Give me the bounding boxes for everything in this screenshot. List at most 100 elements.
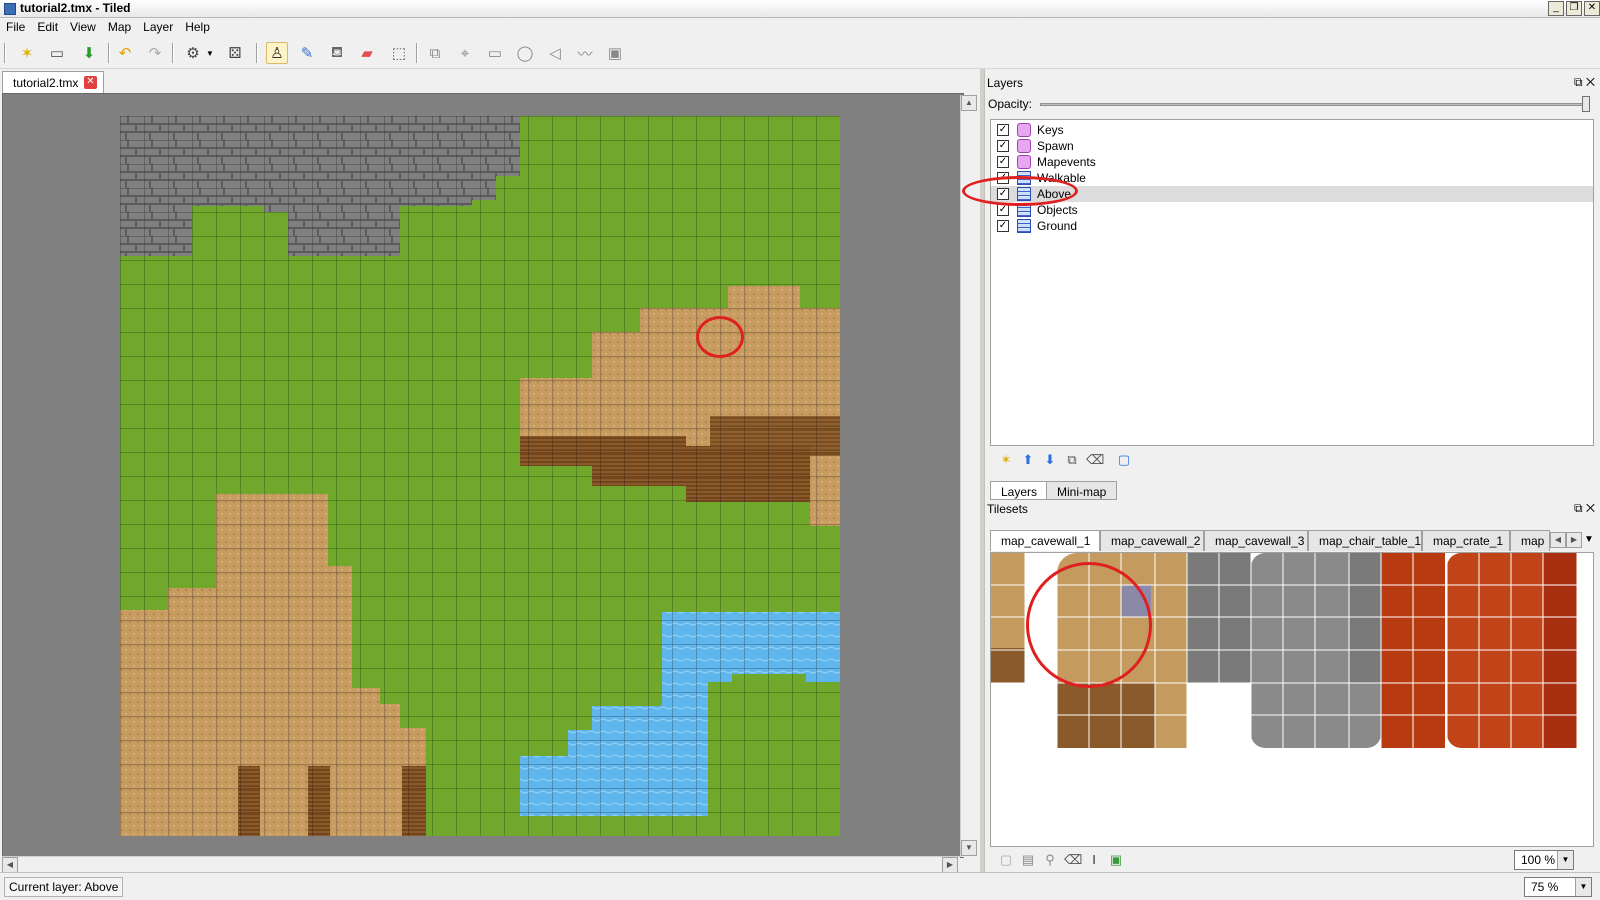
scroll-left-icon[interactable]: ◀ — [2, 857, 18, 873]
layers-dock-header: Layers ⧉ ✕ — [985, 73, 1600, 93]
scroll-up-icon[interactable]: ▲ — [961, 95, 977, 111]
delete-layer-icon[interactable]: ⌫ — [1086, 452, 1104, 468]
layers-title: Layers — [987, 76, 1024, 90]
undo-icon[interactable]: ↶ — [114, 42, 136, 64]
import-tileset-icon[interactable]: ▤ — [1020, 852, 1036, 868]
scroll-right-icon[interactable]: ▶ — [942, 857, 958, 873]
layer-row-mapevents[interactable]: ✓ Mapevents — [991, 154, 1593, 170]
map-terrain — [120, 116, 840, 836]
chevron-down-icon[interactable]: ▼ — [1575, 878, 1591, 896]
layer-row-keys[interactable]: ✓ Keys — [991, 122, 1593, 138]
menu-bar: File Edit View Map Layer Help — [0, 18, 1600, 37]
add-layer-icon[interactable]: ✶ — [998, 452, 1014, 468]
lower-layer-icon[interactable]: ⬇ — [1042, 452, 1058, 468]
tab-mini-map[interactable]: Mini-map — [1046, 481, 1118, 500]
layer-properties-icon[interactable]: ▢ — [1116, 452, 1132, 468]
layer-list[interactable]: ✓ Keys ✓ Spawn ✓ Mapevents ✓ Walkable ✓ Above ✓ Obj… — [990, 119, 1594, 446]
menu-help[interactable]: Help — [179, 18, 216, 36]
tabs-menu-icon[interactable]: ▼ — [1584, 534, 1594, 545]
tile-map[interactable] — [120, 116, 840, 836]
tileset-zoom-value: 100 % — [1521, 853, 1556, 867]
opacity-slider[interactable] — [1040, 103, 1590, 106]
edit-polygons-icon[interactable]: ⌖ — [454, 42, 476, 64]
save-icon[interactable]: ⬇ — [78, 42, 100, 64]
menu-edit[interactable]: Edit — [31, 18, 64, 36]
chevron-down-icon[interactable]: ▼ — [1557, 851, 1573, 869]
layer-visibility-checkbox[interactable]: ✓ — [997, 204, 1009, 216]
map-zoom-select[interactable]: 75 % ▼ — [1524, 877, 1592, 897]
rect-select-icon[interactable]: ⬚ — [388, 42, 410, 64]
menu-map[interactable]: Map — [102, 18, 137, 36]
insert-polyline-icon[interactable]: 〰 — [574, 42, 596, 64]
tileset-zoom-select[interactable]: 100 % ▼ — [1514, 850, 1574, 870]
layer-visibility-checkbox[interactable]: ✓ — [997, 156, 1009, 168]
grass-island — [732, 682, 806, 766]
new-tileset-icon[interactable]: ▢ — [998, 852, 1014, 868]
insert-rectangle-icon[interactable]: ▭ — [484, 42, 506, 64]
layer-row-above[interactable]: ✓ Above — [991, 186, 1593, 202]
insert-ellipse-icon[interactable]: ◯ — [514, 42, 536, 64]
tab-layers[interactable]: Layers — [990, 481, 1049, 500]
close-tab-icon[interactable]: ✕ — [84, 76, 97, 89]
object-layer-icon — [1017, 123, 1031, 137]
layer-row-spawn[interactable]: ✓ Spawn — [991, 138, 1593, 154]
restore-button[interactable]: ❐ — [1566, 1, 1582, 16]
raise-layer-icon[interactable]: ⬆ — [1020, 452, 1036, 468]
layer-name: Ground — [1037, 219, 1078, 233]
layer-visibility-checkbox[interactable]: ✓ — [997, 220, 1009, 232]
tab-map-cavewall-1[interactable]: map_cavewall_1 — [990, 530, 1100, 551]
duplicate-layer-icon[interactable]: ⧉ — [1064, 452, 1080, 468]
tabs-scroll-left-icon[interactable]: ◀ — [1550, 532, 1566, 548]
edit-terrain-icon[interactable]: I — [1086, 852, 1102, 868]
layer-visibility-checkbox[interactable]: ✓ — [997, 124, 1009, 136]
close-button[interactable]: ✕ — [1584, 1, 1600, 16]
horizontal-scrollbar[interactable]: ◀ ▶ — [2, 856, 960, 873]
app-icon — [4, 3, 16, 15]
layer-row-ground[interactable]: ✓ Ground — [991, 218, 1593, 234]
tab-map-cavewall-2[interactable]: map_cavewall_2 — [1100, 530, 1204, 551]
terrain-brush-icon[interactable]: ✎ — [296, 42, 318, 64]
opacity-slider-handle[interactable] — [1582, 96, 1590, 112]
random-mode-icon[interactable]: ⚙ — [182, 42, 204, 64]
tileset-actions: ▢ ▤ ⚲ ⌫ I ▣ 100 % ▼ — [990, 848, 1594, 872]
tab-map-cavewall-3[interactable]: map_cavewall_3 — [1204, 530, 1308, 551]
menu-layer[interactable]: Layer — [137, 18, 179, 36]
tileset-properties-icon[interactable]: ⚲ — [1042, 852, 1058, 868]
open-icon[interactable]: ▭ — [46, 42, 68, 64]
tabs-scroll-right-icon[interactable]: ▶ — [1566, 532, 1582, 548]
remove-tileset-icon[interactable]: ⌫ — [1064, 852, 1082, 868]
insert-tile-icon[interactable]: ▣ — [604, 42, 626, 64]
annotation-circle-map — [696, 316, 744, 358]
insert-polygon-icon[interactable]: ◁ — [544, 42, 566, 64]
tab-map-more[interactable]: map — [1510, 530, 1550, 551]
dock-float-close-icons-2[interactable]: ⧉ ✕ — [1574, 501, 1595, 516]
chevron-down-icon[interactable]: ▼ — [204, 42, 216, 64]
export-tileset-icon[interactable]: ▣ — [1108, 852, 1124, 868]
document-tab-label: tutorial2.tmx — [13, 76, 79, 90]
new-map-icon[interactable]: ✶ — [16, 42, 38, 64]
layer-name: Mapevents — [1037, 155, 1096, 169]
redo-icon[interactable]: ↷ — [144, 42, 166, 64]
stamp-brush-icon[interactable]: ♙ — [266, 42, 288, 64]
menu-file[interactable]: File — [0, 18, 31, 36]
dice-icon[interactable]: ⚄ — [224, 42, 246, 64]
tab-map-chair-table-1[interactable]: map_chair_table_1 — [1308, 530, 1422, 551]
title-bar: tutorial2.tmx - Tiled _ ❐ ✕ — [0, 0, 1600, 18]
document-tab[interactable]: tutorial2.tmx ✕ — [2, 71, 104, 93]
object-layer-icon — [1017, 155, 1031, 169]
dock-float-close-icons[interactable]: ⧉ ✕ — [1574, 75, 1595, 90]
scroll-down-icon[interactable]: ▼ — [961, 840, 977, 856]
layer-row-objects[interactable]: ✓ Objects — [991, 202, 1593, 218]
select-objects-icon[interactable]: ⧉ — [424, 42, 446, 64]
layer-visibility-checkbox[interactable]: ✓ — [997, 140, 1009, 152]
bucket-fill-icon[interactable]: ⛾ — [326, 42, 348, 64]
grass-patch — [638, 816, 708, 836]
layer-row-walkable[interactable]: ✓ Walkable — [991, 170, 1593, 186]
layer-name: Objects — [1037, 203, 1078, 217]
opacity-label: Opacity: — [988, 97, 1033, 111]
minimize-button[interactable]: _ — [1548, 1, 1564, 16]
menu-view[interactable]: View — [64, 18, 102, 36]
eraser-icon[interactable]: ▰ — [356, 42, 378, 64]
tab-map-crate-1[interactable]: map_crate_1 — [1422, 530, 1510, 551]
vertical-scrollbar[interactable]: ▲ ▼ — [960, 95, 977, 857]
